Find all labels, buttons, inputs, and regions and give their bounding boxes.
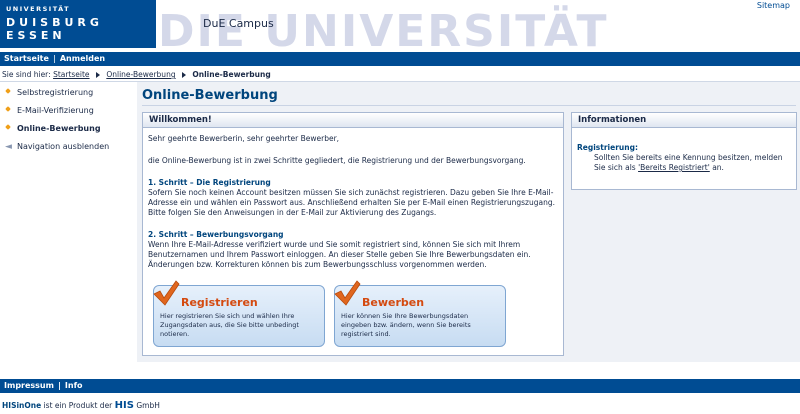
footer-info[interactable]: Info: [61, 381, 87, 390]
step1-title: 1. Schritt – Die Registrierung: [148, 178, 271, 187]
greeting-text: Sehr geehrte Bewerberin, sehr geehrter B…: [148, 134, 340, 143]
credit-text: ist ein Produkt der: [43, 401, 113, 410]
university-logo[interactable]: UNIVERSITÄT DUISBURG ESSEN: [0, 0, 156, 48]
sidebar-item-email-verifizierung[interactable]: E-Mail-Verifizierung: [0, 104, 135, 122]
sidebar: Selbstregistrierung E-Mail-Verifizierung…: [0, 86, 135, 158]
hide-navigation-button[interactable]: ◄ Navigation ausblenden: [0, 140, 135, 158]
campus-title: DuE Campus: [203, 17, 274, 30]
step1-text: Sofern Sie noch keinen Account besitzen …: [148, 188, 555, 217]
his-logo[interactable]: HIS: [115, 400, 134, 411]
step2-title: 2. Schritt – Bewerbungsvorgang: [148, 230, 284, 239]
top-navbar: Startseite | Anmelden: [0, 52, 800, 66]
arrow-left-icon: ◄: [5, 142, 12, 152]
footer-impressum[interactable]: Impressum: [0, 381, 58, 390]
divider: [142, 105, 796, 106]
sidebar-item-label: Online-Bewerbung: [17, 124, 101, 133]
register-description: Hier registrieren Sie sich und wählen Ih…: [160, 312, 299, 338]
welcome-panel: Willkommen! Sehr geehrte Bewerberin, seh…: [142, 112, 564, 356]
apply-button[interactable]: Bewerben Hier können Sie Ihre Bewerbungs…: [334, 280, 506, 347]
credit-gmbh: GmbH: [136, 401, 160, 410]
step2-text: Wenn Ihre E-Mail-Adresse verifiziert wur…: [148, 240, 531, 269]
bullet-icon: [5, 88, 11, 94]
information-heading: Informationen: [572, 113, 796, 128]
nav-startseite[interactable]: Startseite: [0, 54, 53, 63]
info-text-after: an.: [712, 163, 724, 172]
footer-bar: Impressum | Info: [0, 379, 800, 393]
hide-navigation-label: Navigation ausblenden: [17, 142, 110, 151]
sidebar-item-label: E-Mail-Verifizierung: [17, 106, 94, 115]
apply-description: Hier können Sie Ihre Bewerbungsdaten ein…: [341, 312, 471, 338]
breadcrumb-arrow-icon: [95, 72, 100, 78]
product-credit: HISinOne ist ein Produkt der HIS GmbH: [2, 400, 160, 411]
breadcrumb-arrow-icon: [181, 72, 186, 78]
information-panel: Informationen Registrierung: Sollten Sie…: [571, 112, 797, 190]
header: UNIVERSITÄT DUISBURG ESSEN DIE UNIVERSIT…: [0, 0, 800, 57]
page-title: Online-Bewerbung: [142, 88, 278, 103]
breadcrumb-startseite[interactable]: Startseite: [53, 70, 89, 79]
registration-info-text: Sollten Sie bereits eine Kennung besitze…: [594, 153, 792, 173]
sidebar-item-online-bewerbung[interactable]: Online-Bewerbung: [0, 122, 135, 140]
logo-line-2: ESSEN: [6, 29, 66, 42]
sidebar-item-label: Selbstregistrierung: [17, 88, 94, 97]
header-watermark: DIE UNIVERSITÄT: [158, 6, 609, 57]
registration-label: Registrierung:: [577, 143, 638, 152]
checkmark-icon: [334, 280, 361, 306]
breadcrumb: Sie sind hier: Startseite Online-Bewerbu…: [2, 70, 271, 79]
logo-line-1: DUISBURG: [6, 16, 103, 29]
intro-text: die Online-Bewerbung ist in zwei Schritt…: [148, 156, 526, 165]
nav-separator: |: [52, 54, 56, 63]
already-registered-link[interactable]: 'Bereits Registriert': [638, 163, 710, 172]
checkmark-icon: [153, 280, 180, 306]
logo-line-0: UNIVERSITÄT: [6, 5, 71, 13]
bullet-icon: [5, 124, 11, 130]
nav-anmelden[interactable]: Anmelden: [56, 54, 109, 63]
breadcrumb-current: Online-Bewerbung: [192, 70, 271, 79]
sidebar-item-selbstregistrierung[interactable]: Selbstregistrierung: [0, 86, 135, 104]
register-title: Registrieren: [181, 296, 258, 309]
register-button[interactable]: Registrieren Hier registrieren Sie sich …: [153, 280, 325, 347]
bullet-icon: [5, 106, 11, 112]
breadcrumb-prefix: Sie sind hier:: [2, 70, 51, 79]
sitemap-link[interactable]: Sitemap: [757, 1, 790, 10]
hisinone-brand: HISinOne: [2, 401, 42, 410]
apply-title: Bewerben: [362, 296, 425, 309]
welcome-heading: Willkommen!: [143, 113, 563, 128]
breadcrumb-online-bewerbung[interactable]: Online-Bewerbung: [106, 70, 175, 79]
